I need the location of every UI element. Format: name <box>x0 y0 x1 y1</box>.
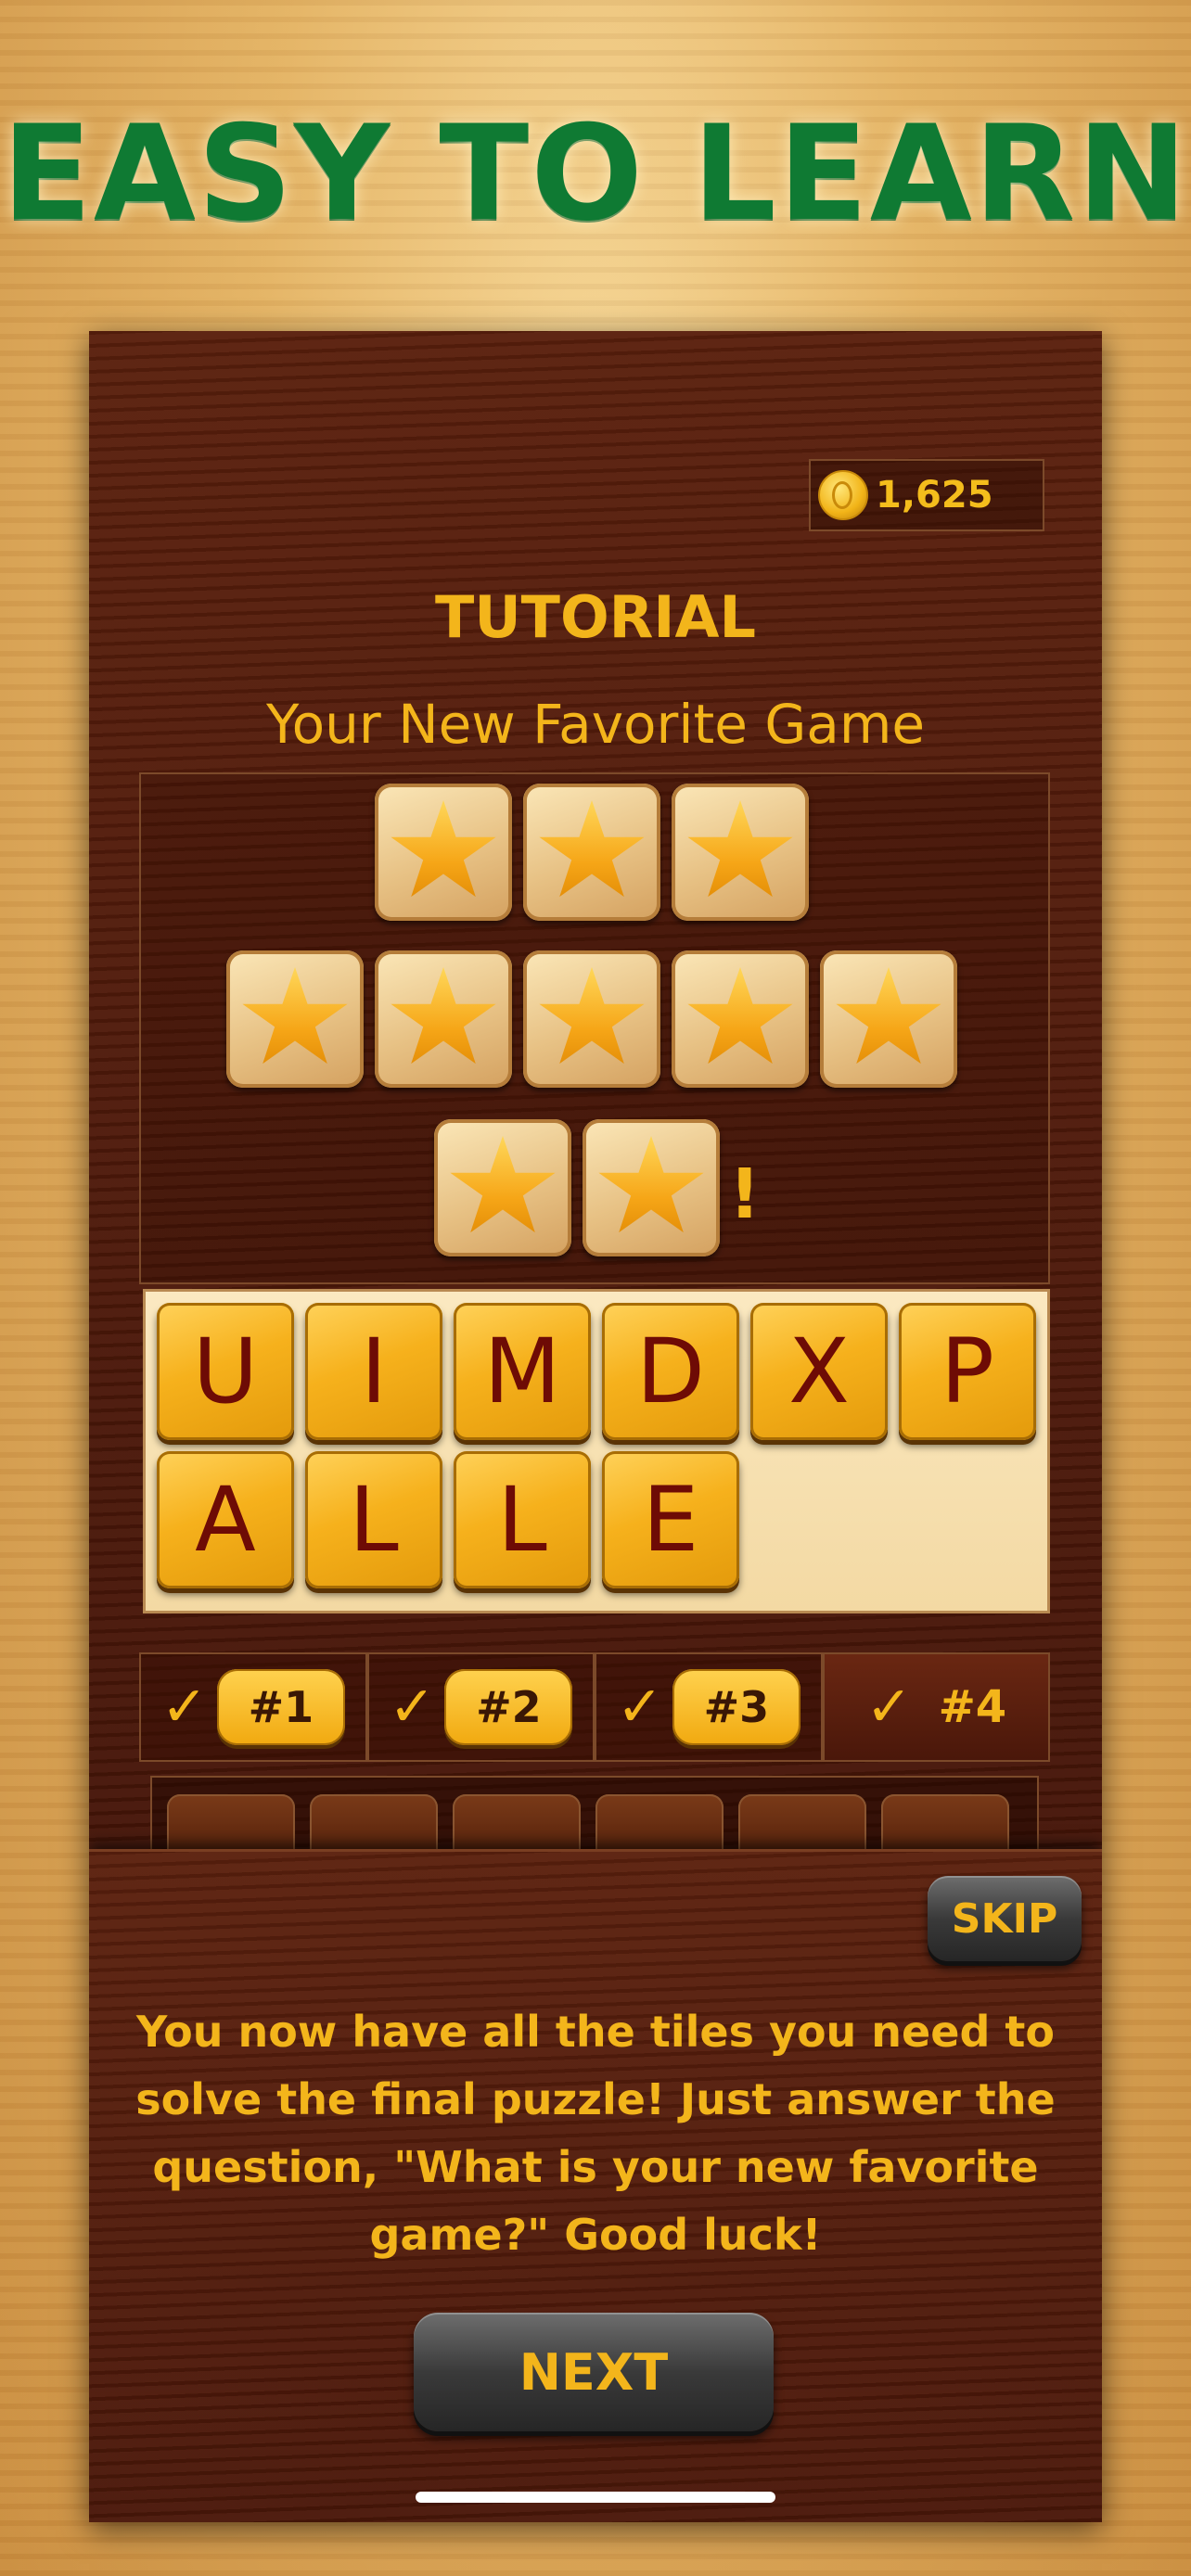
answer-slot[interactable] <box>583 1119 720 1256</box>
letter-tile[interactable]: I <box>305 1303 442 1440</box>
coin-count: 1,625 <box>876 474 993 516</box>
next-button[interactable]: NEXT <box>414 2313 774 2431</box>
coin-balance[interactable]: 1,625 <box>809 459 1044 531</box>
answer-board <box>139 772 1050 1284</box>
letter-tile[interactable]: L <box>454 1451 591 1588</box>
star-icon <box>450 1136 556 1233</box>
phone-screen: 1,625 TUTORIAL Your New Favorite Game ! … <box>89 331 1102 2522</box>
tab-puzzle-4[interactable]: ✓ #4 <box>822 1652 1050 1762</box>
answer-exclamation: ! <box>729 1154 761 1234</box>
star-icon <box>687 967 793 1065</box>
check-icon: ✓ <box>160 1675 208 1740</box>
letter-tile[interactable]: E <box>602 1451 739 1588</box>
letter-tile[interactable]: A <box>157 1451 294 1588</box>
answer-slot[interactable] <box>434 1119 571 1256</box>
letter-tile[interactable]: P <box>899 1303 1036 1440</box>
answer-slot[interactable] <box>672 950 809 1088</box>
letter-tray: U I M D X P A L L E <box>143 1289 1050 1613</box>
letter-tile[interactable]: D <box>602 1303 739 1440</box>
letter-tile[interactable]: M <box>454 1303 591 1440</box>
answer-slot[interactable] <box>523 950 660 1088</box>
star-icon <box>391 967 496 1065</box>
promo-headline: EASY TO LEARN <box>1 97 1189 250</box>
tab-puzzle-2[interactable]: ✓ #2 <box>366 1652 595 1762</box>
star-icon <box>539 967 645 1065</box>
answer-slot[interactable] <box>523 784 660 921</box>
star-icon <box>391 800 496 898</box>
coin-icon <box>818 470 868 520</box>
tab-label: #3 <box>672 1669 800 1745</box>
letter-tile[interactable]: U <box>157 1303 294 1440</box>
tutorial-panel: SKIP You now have all the tiles you need… <box>89 1849 1102 2522</box>
star-icon <box>242 967 348 1065</box>
hidden-tile-row <box>150 1776 1039 1878</box>
check-icon: ✓ <box>616 1675 663 1740</box>
answer-slot[interactable] <box>672 784 809 921</box>
screen-title: TUTORIAL <box>435 583 756 651</box>
answer-slot[interactable] <box>226 950 364 1088</box>
star-icon <box>598 1136 704 1233</box>
star-icon <box>539 800 645 898</box>
answer-slot[interactable] <box>375 784 512 921</box>
letter-tile[interactable]: X <box>750 1303 888 1440</box>
puzzle-clue: Your New Favorite Game <box>265 693 926 756</box>
check-icon: ✓ <box>389 1675 436 1740</box>
tab-puzzle-3[interactable]: ✓ #3 <box>595 1652 823 1762</box>
tab-label: #1 <box>216 1669 345 1745</box>
check-icon: ✓ <box>865 1675 913 1740</box>
skip-button[interactable]: SKIP <box>928 1876 1082 1961</box>
tab-puzzle-1[interactable]: ✓ #1 <box>139 1652 367 1762</box>
tutorial-message: You now have all the tiles you need to s… <box>135 2007 1056 2260</box>
tab-label: #2 <box>444 1669 573 1745</box>
letter-tile[interactable]: L <box>305 1451 442 1588</box>
home-indicator[interactable] <box>416 2492 775 2503</box>
star-icon <box>687 800 793 898</box>
tab-label: #4 <box>938 1681 1007 1733</box>
star-icon <box>836 967 941 1065</box>
answer-slot[interactable] <box>375 950 512 1088</box>
puzzle-tabs: ✓ #1 ✓ #2 ✓ #3 ✓ #4 <box>139 1652 1050 1762</box>
answer-slot[interactable] <box>820 950 957 1088</box>
